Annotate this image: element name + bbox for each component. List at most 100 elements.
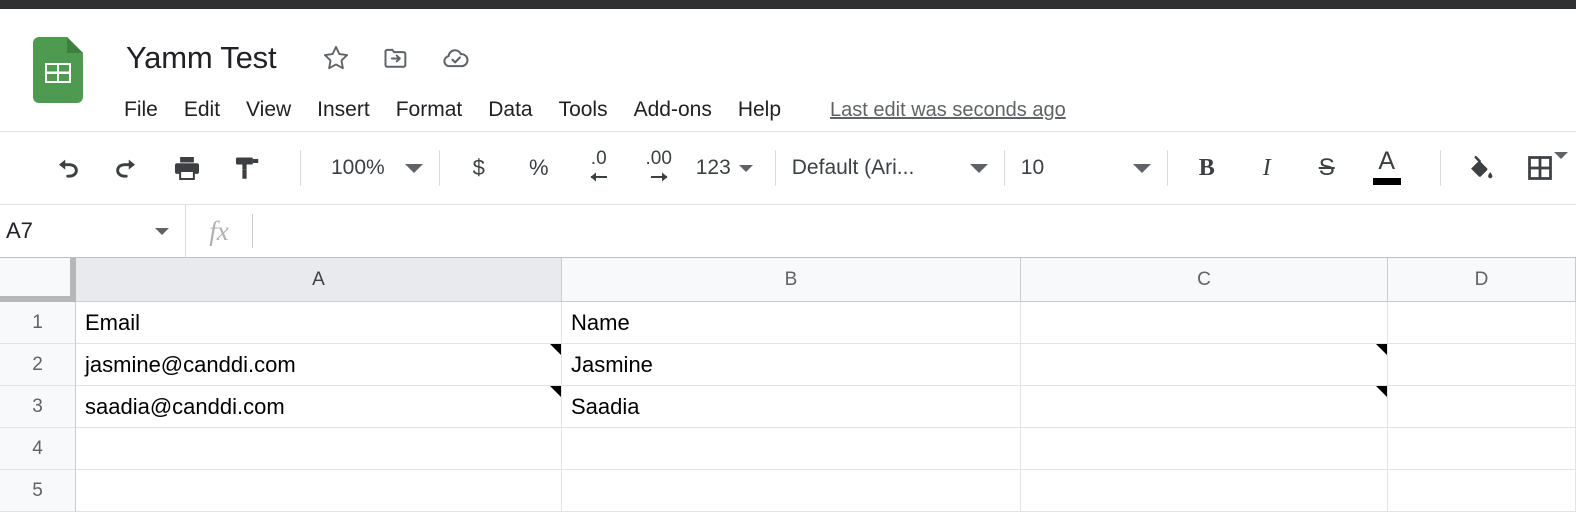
cell-b5[interactable] <box>562 470 1021 512</box>
move-to-folder-icon[interactable] <box>381 43 411 73</box>
cell-d1[interactable] <box>1388 302 1576 344</box>
cell-a5[interactable] <box>76 470 562 512</box>
app-header: Yamm Test File Edit View Insert Format D… <box>0 9 1576 132</box>
chevron-down-icon <box>969 163 988 173</box>
percent-label: % <box>528 155 549 180</box>
cell-a4[interactable] <box>76 428 562 470</box>
toolbar-divider <box>1003 150 1005 186</box>
paint-format-icon[interactable] <box>224 145 270 191</box>
menu-item-help[interactable]: Help <box>725 89 794 131</box>
menu-item-format[interactable]: Format <box>383 89 476 131</box>
column-header-d[interactable]: D <box>1388 258 1576 302</box>
formula-input[interactable] <box>253 204 1576 258</box>
cell-b4[interactable] <box>562 428 1021 470</box>
fx-icon: fx <box>209 215 229 246</box>
row-header-1[interactable]: 1 <box>0 302 76 344</box>
formula-bar: A7 fx <box>0 204 1576 258</box>
decrease-decimal-button[interactable]: .0 <box>576 145 622 191</box>
name-box-value: A7 <box>6 218 33 243</box>
table-row <box>76 428 1576 470</box>
last-edit-status[interactable]: Last edit was seconds ago <box>830 99 1066 122</box>
italic-label: I <box>1262 154 1271 181</box>
menu-item-edit[interactable]: Edit <box>171 89 233 131</box>
cell-c2[interactable] <box>1021 344 1388 386</box>
cell-d5[interactable] <box>1388 470 1576 512</box>
strikethrough-label: S <box>1318 154 1335 181</box>
cell-c5[interactable] <box>1021 470 1388 512</box>
toolbar-divider <box>1166 150 1168 186</box>
font-family-select[interactable]: Default (Ari... <box>792 145 988 191</box>
toolbar-divider <box>1439 150 1441 186</box>
text-color-swatch <box>1372 178 1401 185</box>
percent-format-button[interactable]: % <box>516 145 562 191</box>
redo-icon[interactable] <box>104 145 150 191</box>
title-row: Yamm Test <box>126 35 501 81</box>
cell-b2[interactable]: Jasmine <box>562 344 1021 386</box>
increase-decimal-button[interactable]: .00 <box>636 145 682 191</box>
cell-a1[interactable]: Email <box>76 302 562 344</box>
row-header-5[interactable]: 5 <box>0 470 76 512</box>
column-header-c[interactable]: C <box>1021 258 1388 302</box>
cell-a3[interactable]: saadia@canddi.com <box>76 386 562 428</box>
menu-item-insert[interactable]: Insert <box>304 89 383 131</box>
text-color-button[interactable]: A <box>1364 145 1410 191</box>
italic-button[interactable]: I <box>1244 145 1290 191</box>
menu-item-view[interactable]: View <box>233 89 304 131</box>
note-indicator-icon <box>1376 386 1387 397</box>
menu-item-tools[interactable]: Tools <box>546 89 621 131</box>
cell-c1[interactable] <box>1021 302 1388 344</box>
fill-color-icon[interactable] <box>1457 145 1503 191</box>
cell-d4[interactable] <box>1388 428 1576 470</box>
strikethrough-button[interactable]: S <box>1304 145 1350 191</box>
row-header-2[interactable]: 2 <box>0 344 76 386</box>
cell-b3[interactable]: Saadia <box>562 386 1021 428</box>
column-header-b[interactable]: B <box>562 258 1021 302</box>
print-icon[interactable] <box>164 145 210 191</box>
cell-d3[interactable] <box>1388 386 1576 428</box>
select-all-corner[interactable] <box>0 258 76 302</box>
cell-d2[interactable] <box>1388 344 1576 386</box>
table-row <box>76 470 1576 512</box>
table-row: Email Name <box>76 302 1576 344</box>
menu-item-add-ons[interactable]: Add-ons <box>621 89 725 131</box>
page-title[interactable]: Yamm Test <box>126 35 277 81</box>
cloud-saved-icon[interactable] <box>441 43 471 73</box>
note-indicator-icon <box>1376 344 1387 355</box>
note-indicator-icon <box>550 386 561 397</box>
row-header-4[interactable]: 4 <box>0 428 76 470</box>
font-size-value: 10 <box>1020 156 1045 179</box>
cell-c3[interactable] <box>1021 386 1388 428</box>
menu-item-data[interactable]: Data <box>475 89 545 131</box>
arrow-right-icon <box>648 170 670 188</box>
table-row: jasmine@canddi.com Jasmine <box>76 344 1576 386</box>
currency-format-button[interactable]: $ <box>456 145 502 191</box>
cell-a2[interactable]: jasmine@canddi.com <box>76 344 562 386</box>
undo-icon[interactable] <box>44 145 90 191</box>
star-icon[interactable] <box>321 43 351 73</box>
arrow-left-icon <box>588 170 610 188</box>
menu-item-file[interactable]: File <box>124 89 171 131</box>
cell-a3-text: saadia@canddi.com <box>85 393 285 419</box>
column-headers: A B C D <box>76 258 1576 302</box>
row-headers: 1 2 3 4 5 <box>0 302 76 512</box>
cell-b1[interactable]: Name <box>562 302 1021 344</box>
currency-label: $ <box>472 155 485 180</box>
zoom-select[interactable]: 100% <box>331 145 423 191</box>
name-box[interactable]: A7 <box>0 205 186 257</box>
row-header-3[interactable]: 3 <box>0 386 76 428</box>
cell-c4[interactable] <box>1021 428 1388 470</box>
chevron-down-icon <box>404 163 423 173</box>
decrease-decimal-label: .0 <box>590 148 607 169</box>
toolbar-divider <box>774 150 776 186</box>
font-family-value: Default (Ari... <box>791 156 915 179</box>
text-color-label: A <box>1378 147 1396 175</box>
bold-button[interactable]: B <box>1184 145 1230 191</box>
more-formats-select[interactable]: 123 <box>696 145 753 191</box>
browser-top-strip <box>0 0 1576 9</box>
note-indicator-icon <box>550 344 561 355</box>
chevron-down-icon <box>1554 152 1568 176</box>
font-size-select[interactable]: 10 <box>1021 145 1151 191</box>
title-actions <box>321 43 501 73</box>
column-header-a[interactable]: A <box>76 258 562 302</box>
toolbar-overflow-button[interactable] <box>1554 152 1568 177</box>
